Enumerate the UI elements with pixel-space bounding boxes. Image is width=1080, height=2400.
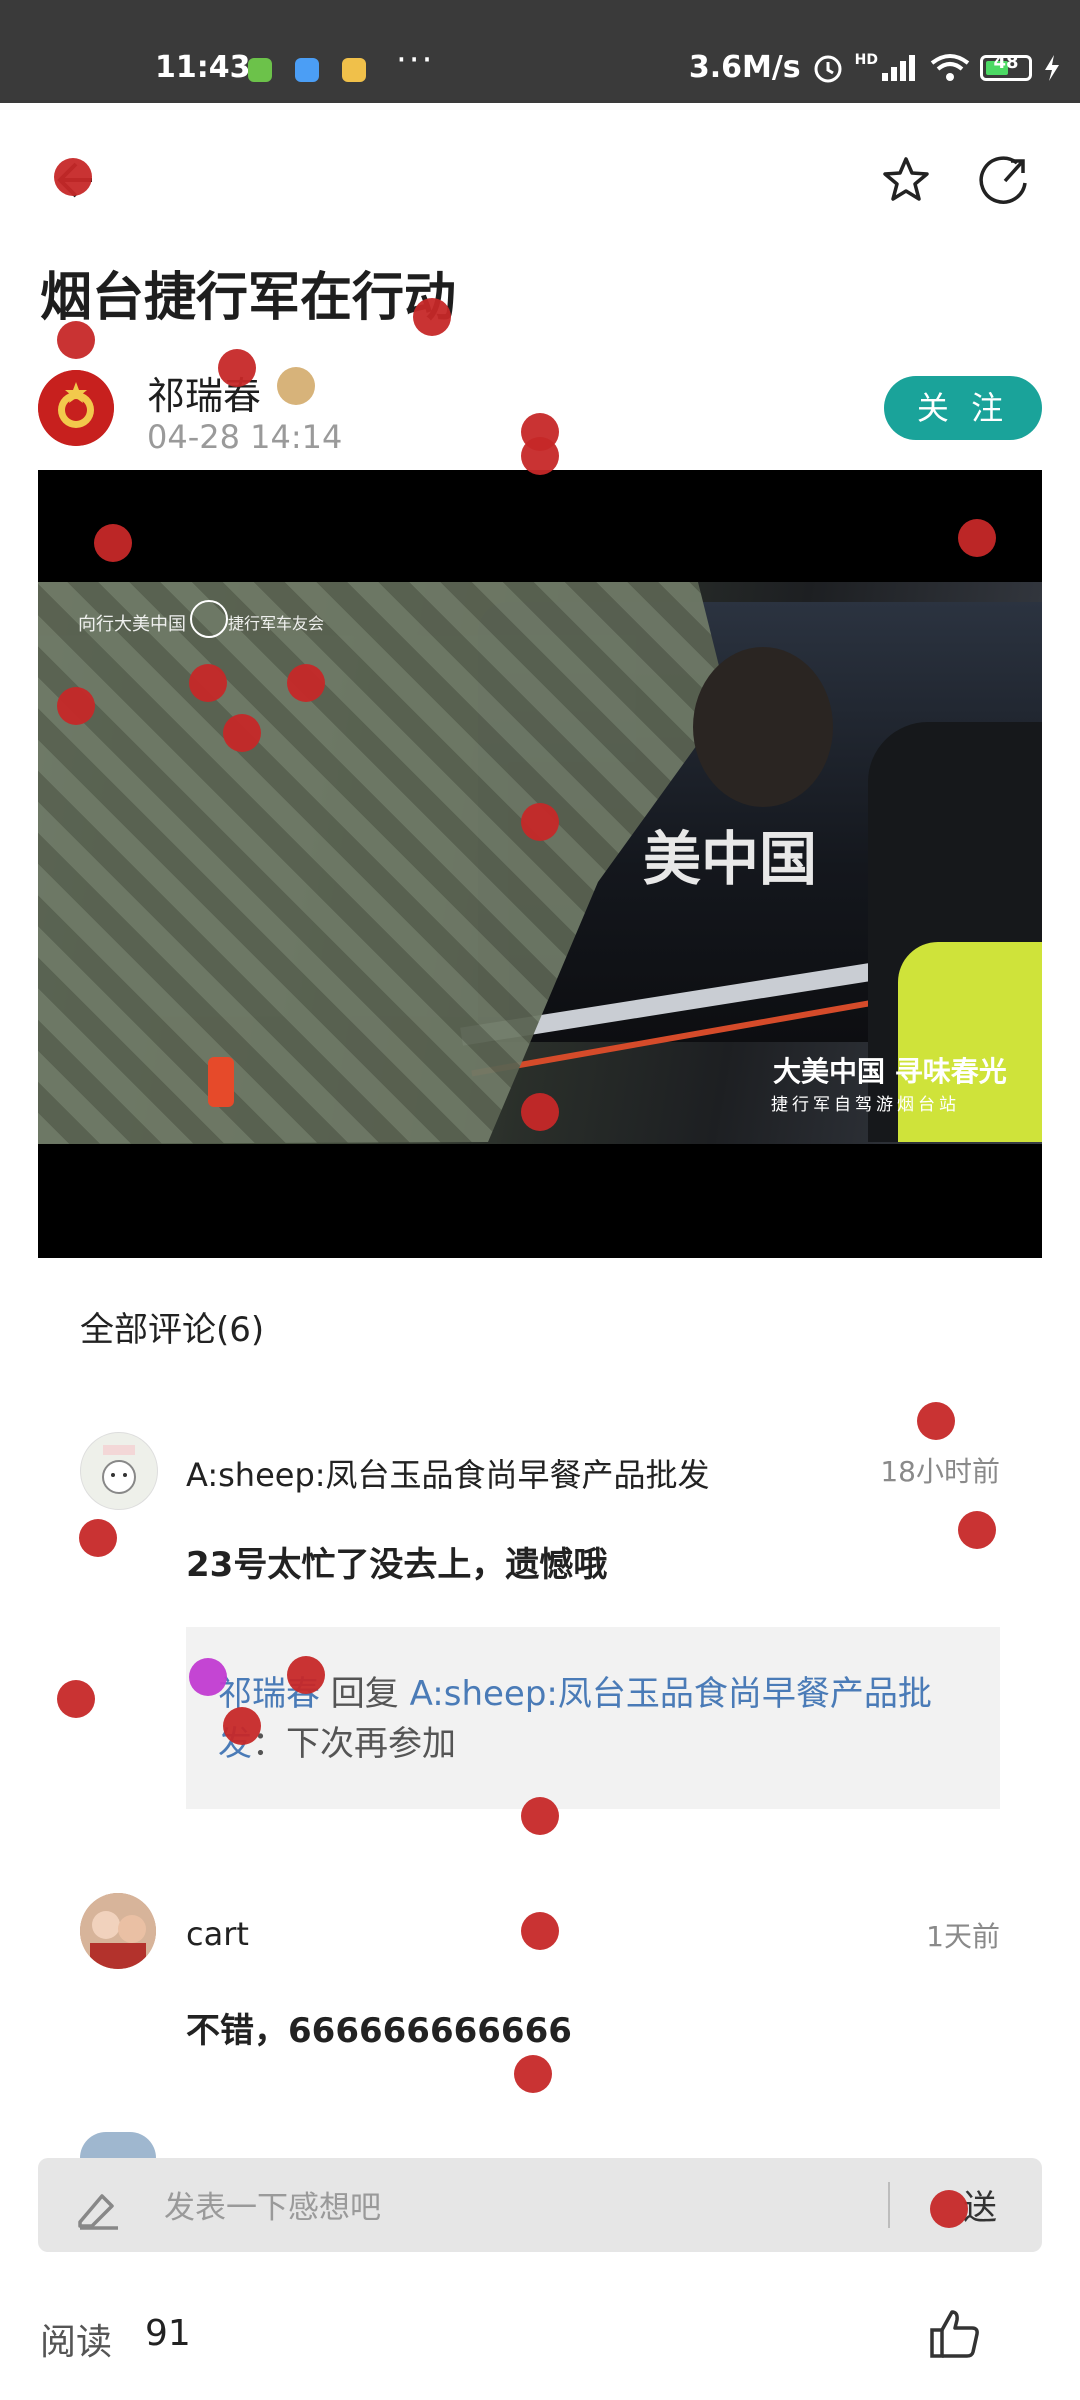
marker-dot <box>189 1658 227 1696</box>
commenter-name[interactable]: cart <box>186 1915 249 1953</box>
share-button[interactable] <box>972 148 1036 212</box>
charging-icon <box>1045 54 1059 81</box>
reply-text: ：下次再参加 <box>252 1724 456 1764</box>
marker-dot <box>223 714 261 752</box>
cartoon-avatar-icon <box>102 1445 136 1494</box>
marker-dot <box>958 519 996 557</box>
watermark-left: 向行大美中国 <box>78 614 186 635</box>
page-title: 烟台捷行军在行动 <box>40 268 457 328</box>
battery-icon: 48 <box>980 52 1032 81</box>
comment-text: 23号太忙了没去上，遗憾哦 <box>186 1545 608 1585</box>
marker-dot <box>521 1093 559 1131</box>
video-person-head <box>693 647 833 807</box>
marker-dot <box>57 687 95 725</box>
comment-input-placeholder[interactable]: 发表一下感想吧 <box>164 2182 381 2227</box>
network-speed: 3.6M/s <box>688 50 801 85</box>
video-slogan-sub: 捷行军自驾游烟台站 <box>771 1095 960 1115</box>
reply-verb: 回复 <box>320 1674 410 1714</box>
commenter-name[interactable]: A:sheep:凤台玉品食尚早餐产品批发 <box>186 1450 710 1496</box>
comment-text: 不错，666666666666 <box>186 2011 572 2051</box>
marker-dot <box>94 524 132 562</box>
read-label: 阅读 <box>40 2322 113 2363</box>
marker-dot <box>521 803 559 841</box>
video-car-decal: 美中国 <box>643 825 818 893</box>
more-notifications-icon: ··· <box>396 40 435 80</box>
video-frame[interactable]: 美中国 向行大美中国 捷行军车友会 大美中国 寻味春光 捷行军自驾游烟台站 <box>38 582 1042 1144</box>
like-button[interactable] <box>924 2304 984 2364</box>
app-notification-icon <box>295 58 319 82</box>
watermark-logo-icon <box>190 600 228 638</box>
comment-time: 1天前 <box>926 1920 1000 1953</box>
share-icon <box>979 156 1027 204</box>
watermark-right: 捷行军车友会 <box>228 614 325 633</box>
marker-dot <box>287 1656 325 1694</box>
marker-dot <box>514 2055 552 2093</box>
send-button[interactable]: 送 <box>963 2180 997 2229</box>
commenter-avatar[interactable] <box>80 1432 158 1510</box>
marker-dot <box>218 349 256 387</box>
marker-dot <box>223 1707 261 1745</box>
commenter-avatar[interactable] <box>80 1893 156 1969</box>
marker-dot <box>54 158 92 196</box>
video-red-tag <box>208 1057 234 1107</box>
comment-time: 18小时前 <box>880 1455 1000 1488</box>
follow-button[interactable]: 关 注 <box>884 376 1042 440</box>
app-notification-icon <box>342 58 366 82</box>
thumbs-up-icon <box>930 2310 979 2358</box>
marker-dot <box>930 2190 968 2228</box>
commenter-avatar[interactable] <box>80 2132 156 2158</box>
marker-dot <box>521 1797 559 1835</box>
status-bar: 11:43 ··· 3.6M/s HD 48 <box>0 0 1080 103</box>
emblem-icon <box>38 370 114 446</box>
marker-dot <box>57 321 95 359</box>
read-count: 91 <box>145 2313 191 2354</box>
signal-icon <box>882 54 915 81</box>
medal-badge-icon <box>277 367 315 405</box>
marker-dot <box>79 1519 117 1557</box>
wifi-icon <box>930 53 970 81</box>
marker-dot <box>57 1680 95 1718</box>
marker-dot <box>521 437 559 475</box>
app-notification-icon <box>248 58 272 82</box>
marker-dot <box>287 664 325 702</box>
post-time: 04-28 14:14 <box>147 418 343 456</box>
reply-box[interactable]: 祁瑞春 回复 A:sheep:凤台玉品食尚早餐产品批发：下次再参加 <box>186 1627 1000 1809</box>
marker-dot <box>521 1912 559 1950</box>
hd-label: HD <box>854 51 878 68</box>
marker-dot <box>189 664 227 702</box>
favorite-button[interactable] <box>874 148 938 212</box>
top-toolbar <box>0 103 1080 253</box>
alarm-icon <box>814 55 842 82</box>
pencil-icon <box>78 2194 118 2230</box>
comments-header: 全部评论(6) <box>80 1310 265 1350</box>
input-divider <box>888 2182 890 2228</box>
marker-dot <box>917 1402 955 1440</box>
video-slogan: 大美中国 寻味春光 <box>773 1055 1007 1088</box>
comment-input-bar[interactable]: 发表一下感想吧 送 <box>38 2158 1042 2252</box>
photo-avatar-icon <box>80 1893 156 1969</box>
star-icon <box>883 157 929 201</box>
video-player[interactable]: 美中国 向行大美中国 捷行军车友会 大美中国 寻味春光 捷行军自驾游烟台站 <box>38 470 1042 1258</box>
marker-dot <box>413 298 451 336</box>
marker-dot <box>958 1511 996 1549</box>
author-avatar[interactable] <box>38 370 114 446</box>
status-time: 11:43 <box>155 50 251 85</box>
